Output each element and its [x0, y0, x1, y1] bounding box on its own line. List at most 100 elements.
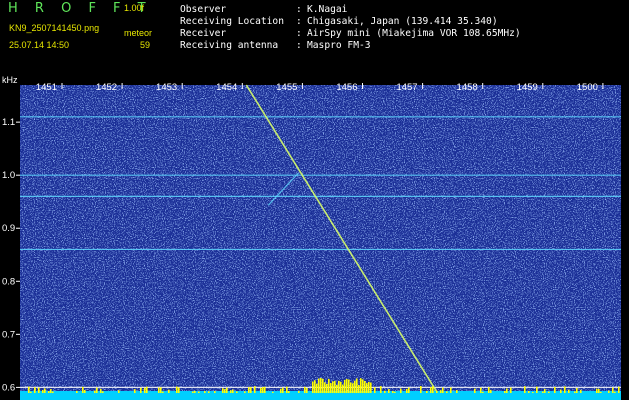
signal-spike: [364, 381, 366, 393]
signal-spike: [548, 391, 550, 393]
signal-spike: [140, 387, 142, 393]
info-value-receiver: AirSpy mini (Miakejima VOR 108.65MHz): [307, 28, 521, 39]
signal-spike: [564, 386, 566, 393]
signal-spike: [318, 378, 320, 393]
x-tick-label: 1453: [156, 82, 177, 93]
signal-spike: [360, 378, 362, 393]
signal-spike: [420, 386, 422, 393]
signal-spike: [388, 389, 390, 393]
signal-spike: [168, 389, 170, 393]
x-tick-label: 1451: [36, 82, 57, 93]
signal-spike: [204, 391, 206, 393]
signal-spike: [612, 387, 614, 393]
info-colon: :: [296, 28, 302, 39]
version-label: 1.00f: [124, 3, 145, 13]
signal-spike: [426, 390, 428, 393]
signal-spike: [482, 391, 484, 393]
signal-spike: [506, 388, 508, 393]
signal-spike: [488, 387, 490, 393]
signal-spike: [576, 387, 578, 393]
x-tick-label: 1456: [336, 82, 357, 93]
signal-spike: [344, 379, 346, 393]
signal-spike: [82, 386, 84, 393]
signal-spike: [510, 387, 512, 393]
signal-spike: [102, 391, 104, 393]
signal-spike: [288, 391, 290, 393]
signal-spike: [118, 390, 120, 393]
signal-spike: [442, 387, 444, 393]
signal-spike: [50, 389, 52, 393]
signal-spike: [76, 390, 78, 393]
info-label-observer: Observer: [180, 4, 227, 15]
info-value-location: Chigasaki, Japan (139.414 35.340): [307, 16, 498, 27]
signal-spike: [34, 387, 36, 393]
info-value-observer: K.Nagai: [307, 4, 348, 15]
signal-spike: [456, 390, 458, 393]
signal-spike: [394, 391, 396, 393]
signal-spike: [304, 386, 306, 393]
spectrogram-noise: [20, 85, 621, 398]
y-tick-label: 0.7: [2, 329, 15, 340]
signal-spike: [134, 389, 136, 393]
x-tick-label: 1455: [276, 82, 297, 93]
signal-spike: [342, 384, 344, 393]
x-tick-label: 1454: [216, 82, 237, 93]
signal-spike: [160, 387, 162, 393]
info-value-antenna: Maspro FM-3: [307, 40, 371, 51]
signal-spike: [316, 383, 318, 393]
info-colon: :: [296, 4, 302, 15]
signal-spike: [326, 384, 328, 393]
x-tick-label: 1452: [96, 82, 117, 93]
signal-spike: [260, 387, 262, 393]
signal-spike: [608, 390, 610, 393]
y-tick-label: 0.8: [2, 276, 15, 287]
signal-spike: [222, 388, 224, 393]
signal-spike: [358, 384, 360, 393]
signal-spike: [544, 388, 546, 393]
signal-spike: [332, 381, 334, 393]
x-tick-label: 1457: [396, 82, 417, 93]
signal-spike: [490, 389, 492, 393]
signal-spike: [350, 382, 352, 393]
signal-spike: [322, 378, 324, 393]
signal-spike: [232, 389, 234, 393]
signal-spike: [262, 386, 264, 393]
signal-spike: [330, 383, 332, 393]
signal-spike: [264, 386, 266, 393]
file-name: KN9_2507141450.png: [9, 23, 100, 33]
signal-spike: [52, 391, 54, 393]
signal-spike: [334, 380, 336, 393]
signal-spike: [100, 388, 102, 393]
signal-spike: [192, 391, 194, 393]
signal-spike: [346, 378, 348, 393]
signal-spike: [272, 391, 274, 393]
observation-datetime: 25.07.14 14:50: [9, 40, 70, 50]
signal-spike: [340, 381, 342, 393]
signal-spike: [406, 388, 408, 393]
y-axis-label: kHz: [2, 75, 18, 85]
signal-spike: [214, 391, 216, 393]
signal-spike: [430, 387, 432, 393]
signal-spike: [598, 388, 600, 393]
signal-spike: [42, 390, 44, 393]
signal-spike: [392, 390, 394, 393]
signal-spike: [574, 391, 576, 393]
signal-spike: [348, 379, 350, 393]
signal-spike: [436, 390, 438, 393]
signal-spike: [446, 391, 448, 393]
signal-spike: [250, 387, 252, 393]
signal-spike: [618, 386, 620, 393]
meteor-count-value: 59: [140, 40, 151, 50]
y-tick-label: 0.9: [2, 223, 15, 234]
signal-spike: [362, 379, 364, 393]
signal-spike: [432, 386, 434, 393]
signal-spike: [450, 387, 452, 393]
signal-spike: [320, 378, 322, 393]
signal-spike: [480, 387, 482, 393]
signal-spike: [440, 390, 442, 393]
signal-spike: [312, 381, 314, 393]
signal-spike: [28, 386, 30, 393]
signal-spike: [230, 390, 232, 393]
signal-spike: [158, 387, 160, 393]
signal-spike: [384, 390, 386, 393]
